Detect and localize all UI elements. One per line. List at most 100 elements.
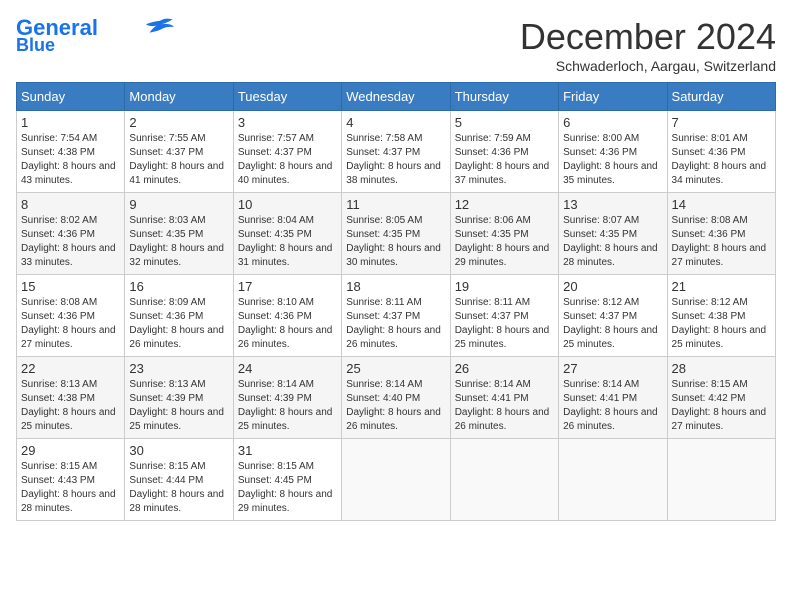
day-number: 1 bbox=[21, 115, 120, 130]
day-info: Sunrise: 8:13 AMSunset: 4:38 PMDaylight:… bbox=[21, 378, 120, 434]
day-number: 8 bbox=[21, 197, 120, 212]
day-info: Sunrise: 8:14 AMSunset: 4:40 PMDaylight:… bbox=[346, 378, 445, 434]
day-number: 25 bbox=[346, 361, 445, 376]
day-number: 22 bbox=[21, 361, 120, 376]
calendar-cell: 3 Sunrise: 7:57 AMSunset: 4:37 PMDayligh… bbox=[233, 111, 341, 193]
calendar-cell: 28 Sunrise: 8:15 AMSunset: 4:42 PMDaylig… bbox=[667, 357, 775, 439]
day-number: 28 bbox=[672, 361, 771, 376]
calendar-body: 1 Sunrise: 7:54 AMSunset: 4:38 PMDayligh… bbox=[17, 111, 776, 521]
calendar-cell: 11 Sunrise: 8:05 AMSunset: 4:35 PMDaylig… bbox=[342, 193, 450, 275]
day-info: Sunrise: 8:14 AMSunset: 4:41 PMDaylight:… bbox=[563, 378, 662, 434]
weekday-header-thursday: Thursday bbox=[450, 83, 558, 111]
calendar-cell bbox=[450, 439, 558, 521]
calendar-cell: 15 Sunrise: 8:08 AMSunset: 4:36 PMDaylig… bbox=[17, 275, 125, 357]
day-number: 21 bbox=[672, 279, 771, 294]
page-header: General Blue December 2024 Schwaderloch,… bbox=[16, 16, 776, 74]
title-area: December 2024 Schwaderloch, Aargau, Swit… bbox=[520, 16, 776, 74]
calendar-header-row: SundayMondayTuesdayWednesdayThursdayFrid… bbox=[17, 83, 776, 111]
day-info: Sunrise: 7:57 AMSunset: 4:37 PMDaylight:… bbox=[238, 132, 337, 188]
calendar-week-2: 8 Sunrise: 8:02 AMSunset: 4:36 PMDayligh… bbox=[17, 193, 776, 275]
day-number: 24 bbox=[238, 361, 337, 376]
day-number: 17 bbox=[238, 279, 337, 294]
day-number: 19 bbox=[455, 279, 554, 294]
day-number: 2 bbox=[129, 115, 228, 130]
day-number: 20 bbox=[563, 279, 662, 294]
calendar-cell: 29 Sunrise: 8:15 AMSunset: 4:43 PMDaylig… bbox=[17, 439, 125, 521]
day-number: 14 bbox=[672, 197, 771, 212]
day-number: 13 bbox=[563, 197, 662, 212]
day-info: Sunrise: 8:08 AMSunset: 4:36 PMDaylight:… bbox=[672, 214, 771, 270]
weekday-header-friday: Friday bbox=[559, 83, 667, 111]
calendar-cell: 1 Sunrise: 7:54 AMSunset: 4:38 PMDayligh… bbox=[17, 111, 125, 193]
day-info: Sunrise: 8:02 AMSunset: 4:36 PMDaylight:… bbox=[21, 214, 120, 270]
day-info: Sunrise: 8:06 AMSunset: 4:35 PMDaylight:… bbox=[455, 214, 554, 270]
calendar-cell: 9 Sunrise: 8:03 AMSunset: 4:35 PMDayligh… bbox=[125, 193, 233, 275]
day-number: 9 bbox=[129, 197, 228, 212]
calendar-week-4: 22 Sunrise: 8:13 AMSunset: 4:38 PMDaylig… bbox=[17, 357, 776, 439]
calendar-cell: 16 Sunrise: 8:09 AMSunset: 4:36 PMDaylig… bbox=[125, 275, 233, 357]
calendar-cell: 7 Sunrise: 8:01 AMSunset: 4:36 PMDayligh… bbox=[667, 111, 775, 193]
calendar-cell: 6 Sunrise: 8:00 AMSunset: 4:36 PMDayligh… bbox=[559, 111, 667, 193]
calendar-week-5: 29 Sunrise: 8:15 AMSunset: 4:43 PMDaylig… bbox=[17, 439, 776, 521]
calendar-cell: 14 Sunrise: 8:08 AMSunset: 4:36 PMDaylig… bbox=[667, 193, 775, 275]
calendar-cell: 22 Sunrise: 8:13 AMSunset: 4:38 PMDaylig… bbox=[17, 357, 125, 439]
day-info: Sunrise: 8:13 AMSunset: 4:39 PMDaylight:… bbox=[129, 378, 228, 434]
day-info: Sunrise: 8:07 AMSunset: 4:35 PMDaylight:… bbox=[563, 214, 662, 270]
calendar-cell: 27 Sunrise: 8:14 AMSunset: 4:41 PMDaylig… bbox=[559, 357, 667, 439]
day-number: 26 bbox=[455, 361, 554, 376]
calendar-cell: 30 Sunrise: 8:15 AMSunset: 4:44 PMDaylig… bbox=[125, 439, 233, 521]
calendar-cell: 17 Sunrise: 8:10 AMSunset: 4:36 PMDaylig… bbox=[233, 275, 341, 357]
calendar-cell: 20 Sunrise: 8:12 AMSunset: 4:37 PMDaylig… bbox=[559, 275, 667, 357]
logo: General Blue bbox=[16, 16, 174, 56]
day-info: Sunrise: 7:54 AMSunset: 4:38 PMDaylight:… bbox=[21, 132, 120, 188]
calendar-cell: 2 Sunrise: 7:55 AMSunset: 4:37 PMDayligh… bbox=[125, 111, 233, 193]
calendar-cell: 26 Sunrise: 8:14 AMSunset: 4:41 PMDaylig… bbox=[450, 357, 558, 439]
location: Schwaderloch, Aargau, Switzerland bbox=[520, 58, 776, 74]
weekday-header-saturday: Saturday bbox=[667, 83, 775, 111]
day-number: 11 bbox=[346, 197, 445, 212]
day-number: 16 bbox=[129, 279, 228, 294]
calendar-cell: 31 Sunrise: 8:15 AMSunset: 4:45 PMDaylig… bbox=[233, 439, 341, 521]
day-info: Sunrise: 8:10 AMSunset: 4:36 PMDaylight:… bbox=[238, 296, 337, 352]
calendar-cell: 4 Sunrise: 7:58 AMSunset: 4:37 PMDayligh… bbox=[342, 111, 450, 193]
day-info: Sunrise: 8:15 AMSunset: 4:45 PMDaylight:… bbox=[238, 460, 337, 516]
month-title: December 2024 bbox=[520, 16, 776, 58]
calendar-cell bbox=[559, 439, 667, 521]
day-info: Sunrise: 8:12 AMSunset: 4:37 PMDaylight:… bbox=[563, 296, 662, 352]
calendar-cell: 10 Sunrise: 8:04 AMSunset: 4:35 PMDaylig… bbox=[233, 193, 341, 275]
day-info: Sunrise: 8:08 AMSunset: 4:36 PMDaylight:… bbox=[21, 296, 120, 352]
calendar-cell: 18 Sunrise: 8:11 AMSunset: 4:37 PMDaylig… bbox=[342, 275, 450, 357]
day-number: 15 bbox=[21, 279, 120, 294]
weekday-header-sunday: Sunday bbox=[17, 83, 125, 111]
day-number: 23 bbox=[129, 361, 228, 376]
day-info: Sunrise: 7:55 AMSunset: 4:37 PMDaylight:… bbox=[129, 132, 228, 188]
calendar-cell: 5 Sunrise: 7:59 AMSunset: 4:36 PMDayligh… bbox=[450, 111, 558, 193]
day-number: 4 bbox=[346, 115, 445, 130]
day-info: Sunrise: 8:15 AMSunset: 4:44 PMDaylight:… bbox=[129, 460, 228, 516]
calendar-cell: 25 Sunrise: 8:14 AMSunset: 4:40 PMDaylig… bbox=[342, 357, 450, 439]
weekday-header-wednesday: Wednesday bbox=[342, 83, 450, 111]
day-info: Sunrise: 8:14 AMSunset: 4:39 PMDaylight:… bbox=[238, 378, 337, 434]
day-info: Sunrise: 7:59 AMSunset: 4:36 PMDaylight:… bbox=[455, 132, 554, 188]
day-info: Sunrise: 8:15 AMSunset: 4:43 PMDaylight:… bbox=[21, 460, 120, 516]
logo-bird-icon bbox=[146, 17, 174, 35]
day-info: Sunrise: 8:11 AMSunset: 4:37 PMDaylight:… bbox=[455, 296, 554, 352]
day-info: Sunrise: 8:09 AMSunset: 4:36 PMDaylight:… bbox=[129, 296, 228, 352]
calendar-cell: 24 Sunrise: 8:14 AMSunset: 4:39 PMDaylig… bbox=[233, 357, 341, 439]
calendar-cell bbox=[667, 439, 775, 521]
day-number: 12 bbox=[455, 197, 554, 212]
day-info: Sunrise: 8:11 AMSunset: 4:37 PMDaylight:… bbox=[346, 296, 445, 352]
weekday-header-tuesday: Tuesday bbox=[233, 83, 341, 111]
day-number: 30 bbox=[129, 443, 228, 458]
day-info: Sunrise: 8:15 AMSunset: 4:42 PMDaylight:… bbox=[672, 378, 771, 434]
day-info: Sunrise: 8:05 AMSunset: 4:35 PMDaylight:… bbox=[346, 214, 445, 270]
calendar-week-1: 1 Sunrise: 7:54 AMSunset: 4:38 PMDayligh… bbox=[17, 111, 776, 193]
day-number: 5 bbox=[455, 115, 554, 130]
calendar-cell: 12 Sunrise: 8:06 AMSunset: 4:35 PMDaylig… bbox=[450, 193, 558, 275]
day-info: Sunrise: 8:04 AMSunset: 4:35 PMDaylight:… bbox=[238, 214, 337, 270]
day-number: 27 bbox=[563, 361, 662, 376]
day-number: 31 bbox=[238, 443, 337, 458]
logo-blue-text: Blue bbox=[16, 36, 55, 56]
day-info: Sunrise: 7:58 AMSunset: 4:37 PMDaylight:… bbox=[346, 132, 445, 188]
calendar-cell: 8 Sunrise: 8:02 AMSunset: 4:36 PMDayligh… bbox=[17, 193, 125, 275]
